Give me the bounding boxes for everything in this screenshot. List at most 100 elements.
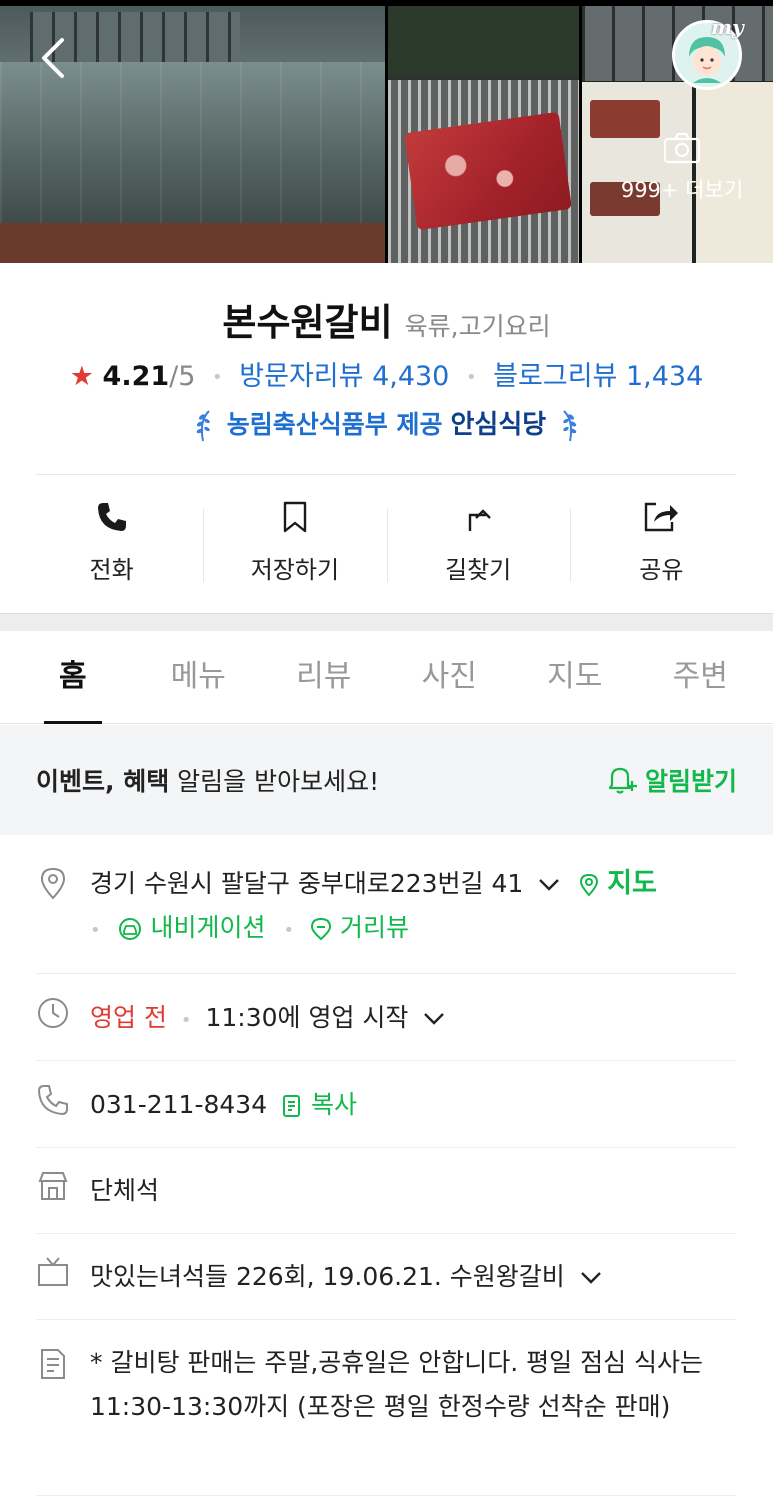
separator-dot: • [90, 920, 101, 941]
document-icon [36, 1347, 70, 1381]
street-view-icon [311, 917, 332, 941]
blog-review-link[interactable]: 블로그리뷰 1,434 [493, 361, 703, 392]
visitor-review-link[interactable]: 방문자리뷰 4,430 [239, 361, 449, 392]
section-divider [0, 613, 773, 631]
opening-time: 11:30에 영업 시작 [205, 1003, 409, 1032]
tv-appearance: 맛있는녀석들 226회, 19.06.21. 수원왕갈비 [90, 1262, 565, 1291]
chevron-down-icon[interactable] [579, 1270, 603, 1286]
chevron-down-icon[interactable] [537, 877, 561, 893]
call-button[interactable]: 전화 [20, 486, 203, 596]
location-pin-green-icon [580, 873, 599, 897]
map-link-label: 지도 [607, 868, 657, 899]
event-message-rest: 알림을 받아보세요! [169, 767, 380, 796]
event-banner: 이벤트, 혜택 알림을 받아보세요! 알림받기 [0, 725, 773, 835]
tv-block: 맛있는녀석들 226회, 19.06.21. 수원왕갈비 [90, 1255, 736, 1299]
badge-name: 안심식당 [450, 410, 547, 440]
share-label: 공유 [639, 556, 684, 584]
clock-icon [36, 996, 70, 1030]
tv-row[interactable]: 맛있는녀석들 226회, 19.06.21. 수원왕갈비 [36, 1255, 736, 1320]
call-label: 전화 [89, 556, 134, 584]
rating-value: 4.21 [102, 361, 170, 392]
share-button[interactable]: 공유 [569, 486, 753, 596]
phone-outline-icon [36, 1083, 70, 1117]
separator-dot: • [465, 367, 477, 388]
place-name: 본수원갈비 [222, 301, 393, 344]
phone-icon [97, 503, 126, 531]
directions-button[interactable]: 길찾기 [386, 486, 570, 596]
separator-dot: • [180, 1010, 192, 1031]
store-icon [36, 1169, 70, 1203]
copy-button[interactable]: 복사 [281, 1090, 357, 1119]
place-category: 육류,고기요리 [404, 312, 551, 341]
more-photos-label: 999+ 더보기 [620, 178, 744, 202]
laurel-left-icon [196, 410, 210, 442]
address-block: 경기 수원시 팔달구 중부대로223번길 41 지도 • 내비게이션 • 거리뷰 [90, 862, 736, 953]
camera-icon [663, 132, 701, 164]
visitor-review-label: 방문자리뷰 [239, 361, 364, 392]
my-label: my [711, 15, 744, 39]
badge-provider: 농림축산식품부 제공 [226, 410, 443, 439]
my-profile-button[interactable]: my [672, 15, 744, 90]
phone-number[interactable]: 031-211-8434 [90, 1090, 267, 1119]
star-icon: ★ [69, 361, 94, 392]
phone-block: 031-211-8434 복사 [90, 1083, 736, 1127]
bell-plus-icon [608, 767, 637, 794]
street-view-link-label: 거리뷰 [340, 913, 410, 942]
navigation-link-label: 내비게이션 [150, 913, 266, 942]
facility-row: 단체석 [36, 1169, 736, 1234]
tv-icon [36, 1255, 70, 1289]
tab-home[interactable]: 홈 [10, 631, 136, 724]
car-icon [118, 918, 141, 940]
blog-review-count: 1,434 [625, 361, 704, 392]
tab-map[interactable]: 지도 [512, 631, 638, 723]
directions-label: 길찾기 [445, 556, 512, 584]
tab-menu[interactable]: 메뉴 [136, 631, 262, 723]
tab-review[interactable]: 리뷰 [261, 631, 387, 723]
notify-label: 알림받기 [644, 767, 737, 796]
blog-review-label: 블로그리뷰 [493, 361, 618, 392]
title-row: 본수원갈비 육류,고기요리 [0, 292, 773, 346]
visitor-review-count: 4,430 [372, 361, 450, 392]
hours-text: 영업 전 • 11:30에 영업 시작 [90, 996, 736, 1043]
directions-icon [468, 509, 491, 531]
action-bar: 전화 저장하기 길찾기 공유 [20, 486, 753, 596]
business-status: 영업 전 [90, 1003, 167, 1032]
notice-text: * 갈비탕 판매는 주말,공휴일은 안합니다. 평일 점심 식사는 11:30-… [90, 1348, 704, 1421]
facility-text: 단체석 [90, 1176, 160, 1205]
copy-label: 복사 [311, 1090, 358, 1119]
stats-row: ★ 4.21/5 • 방문자리뷰 4,430 • 블로그리뷰 1,434 [0, 354, 773, 393]
location-pin-icon [36, 866, 70, 900]
address-text: 경기 수원시 팔달구 중부대로223번길 41 [90, 869, 524, 898]
hours-row[interactable]: 영업 전 • 11:30에 영업 시작 [36, 996, 736, 1061]
galbi-photo[interactable] [388, 6, 579, 263]
phone-row: 031-211-8434 복사 [36, 1083, 736, 1148]
laurel-right-icon [563, 410, 577, 442]
chevron-down-icon[interactable] [422, 1011, 446, 1027]
map-link[interactable]: 지도 [579, 868, 657, 899]
separator-dot: • [212, 367, 223, 388]
bookmark-icon [283, 501, 307, 533]
street-view-link[interactable]: 거리뷰 [310, 913, 409, 942]
safe-restaurant-badge[interactable]: 농림축산식품부 제공 안심식당 [0, 404, 773, 443]
tab-nearby[interactable]: 주변 [638, 631, 764, 723]
copy-icon [283, 1095, 301, 1117]
rating-max: /5 [169, 361, 196, 392]
building-brick-base [0, 223, 385, 263]
chevron-left-icon [42, 38, 64, 78]
event-message: 이벤트, 혜택 알림을 받아보세요! [36, 762, 379, 798]
notice-row: * 갈비탕 판매는 주말,공휴일은 안합니다. 평일 점심 식사는 11:30-… [36, 1341, 736, 1496]
address-row: 경기 수원시 팔달구 중부대로223번길 41 지도 • 내비게이션 • 거리뷰 [36, 862, 736, 974]
back-button[interactable] [32, 34, 72, 82]
photo-gallery[interactable]: my 999+ 더보기 [0, 0, 773, 263]
notify-button[interactable]: 알림받기 [605, 762, 737, 798]
divider [36, 474, 736, 475]
tab-photo[interactable]: 사진 [387, 631, 513, 723]
more-photos-button[interactable]: 999+ 더보기 [612, 132, 752, 212]
tab-bar: 홈 메뉴 리뷰 사진 지도 주변 [0, 631, 773, 724]
save-button[interactable]: 저장하기 [203, 486, 386, 596]
event-message-bold: 이벤트, 혜택 [36, 767, 170, 796]
building-glass-facade [0, 62, 385, 232]
save-label: 저장하기 [250, 556, 340, 584]
separator-dot: • [283, 920, 295, 941]
navigation-link[interactable]: 내비게이션 [117, 913, 274, 942]
